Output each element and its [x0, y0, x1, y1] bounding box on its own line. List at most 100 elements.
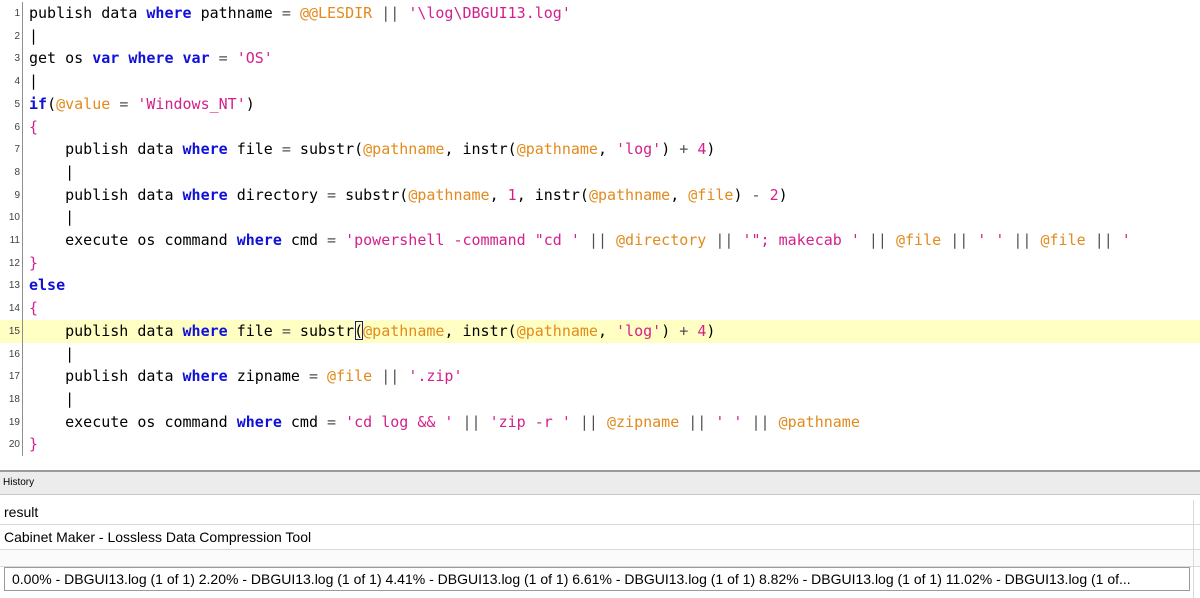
token: publish data [29, 185, 183, 204]
code-line-17[interactable]: 17 publish data where zipname = @file ||… [0, 365, 1200, 389]
fold-margin [22, 387, 23, 411]
token: file [227, 321, 282, 340]
code-line-6[interactable]: 6{ [0, 115, 1200, 139]
code-text: publish data where zipname = @file || '.… [29, 365, 463, 388]
token: @file [1040, 231, 1086, 249]
line-number: 5 [14, 98, 20, 110]
fold-margin [22, 433, 23, 457]
fold-margin [22, 297, 23, 321]
token: @pathname [588, 185, 671, 204]
table-row[interactable]: Cabinet Maker - Lossless Data Compressio… [0, 525, 1200, 550]
code-line-15[interactable]: 15 publish data where file = substr(@pat… [0, 319, 1200, 343]
result-column-header[interactable]: result [0, 500, 1200, 525]
code-text: | [29, 25, 38, 48]
line-number: 10 [8, 212, 20, 224]
code-line-1[interactable]: 1 publish data where pathname = @@LESDIR … [0, 2, 1200, 25]
line-number: 9 [14, 189, 20, 201]
token: | [29, 162, 75, 181]
code-line-3[interactable]: 3 get os var where var = 'OS' [0, 47, 1200, 71]
fold-margin [22, 70, 23, 94]
token: 'powershell -command "cd ' [345, 231, 580, 249]
code-line-12[interactable]: 12} [0, 251, 1200, 275]
token: || [579, 412, 598, 431]
code-text: else [29, 274, 65, 297]
token: | [29, 208, 75, 227]
code-line-20[interactable]: 20} [0, 433, 1200, 457]
token: @@LESDIR [299, 4, 373, 22]
token: { [29, 299, 39, 318]
fold-margin [22, 229, 23, 252]
fold-margin [22, 160, 23, 184]
code-line-19[interactable]: 19 execute os command where cmd = 'cd lo… [0, 410, 1200, 434]
token: @pathname [516, 321, 598, 340]
token: + [679, 140, 689, 159]
token: , [489, 185, 508, 204]
line-number: 15 [8, 325, 20, 337]
line-number: 12 [8, 257, 20, 269]
token: = [281, 140, 291, 159]
token: directory [227, 185, 328, 204]
code-line-9[interactable]: 9 publish data where directory = substr(… [0, 183, 1200, 207]
code-text: | [29, 161, 74, 184]
fold-margin [22, 319, 23, 343]
token: cmd [281, 231, 328, 249]
token: ) [706, 140, 716, 159]
line-number: 1 [14, 8, 20, 19]
token: substr( [290, 140, 364, 159]
result-column-label: result [4, 504, 39, 520]
results-grid[interactable]: result Cabinet Maker - Lossless Data Com… [0, 500, 1200, 598]
token: 'log' [616, 140, 662, 159]
code-line-8[interactable]: 8 | [0, 160, 1200, 184]
code-line-11[interactable]: 11 execute os command where cmd = 'power… [0, 229, 1200, 252]
code-line-2[interactable]: 2 | [0, 24, 1200, 48]
code-text: | [29, 206, 74, 229]
code-line-14[interactable]: 14 { [0, 297, 1200, 321]
token: ) [245, 94, 255, 113]
token: || [381, 367, 400, 386]
code-text: } [29, 252, 38, 275]
code-line-10[interactable]: 10 | [0, 206, 1200, 230]
code-line-5[interactable]: 5 if(@value = 'Windows_NT') [0, 92, 1200, 116]
code-line-4[interactable]: 4 | [0, 70, 1200, 94]
token: || [950, 231, 969, 249]
line-number: 11 [9, 235, 20, 246]
fold-margin [22, 206, 23, 230]
code-editor[interactable]: 1 publish data where pathname = @@LESDIR … [0, 0, 1200, 470]
token: @file [688, 185, 734, 204]
token: || [381, 4, 400, 22]
token: where [182, 140, 228, 159]
token: '.zip' [408, 367, 463, 386]
token: else [29, 276, 66, 295]
token: @file [896, 231, 942, 249]
token: || [588, 231, 607, 249]
token: - [751, 185, 761, 204]
token: execute os command [29, 231, 237, 249]
code-line-7[interactable]: 7 publish data where file = substr(@path… [0, 138, 1200, 162]
line-number: 17 [8, 371, 20, 383]
code-line-13[interactable]: 13 else [0, 274, 1200, 298]
token: | [29, 344, 75, 363]
token: || [688, 412, 707, 431]
token: = [281, 321, 291, 340]
code-line-18[interactable]: 18 | [0, 387, 1200, 411]
token: where [182, 185, 228, 204]
code-line-16[interactable]: 16 | [0, 342, 1200, 366]
history-tab[interactable]: History [0, 472, 1200, 495]
token: where [236, 231, 282, 249]
token: | [29, 72, 39, 91]
token: @directory [616, 231, 707, 249]
table-row-selected[interactable]: 0.00% - DBGUI13.log (1 of 1) 2.20% - DBG… [4, 567, 1190, 591]
